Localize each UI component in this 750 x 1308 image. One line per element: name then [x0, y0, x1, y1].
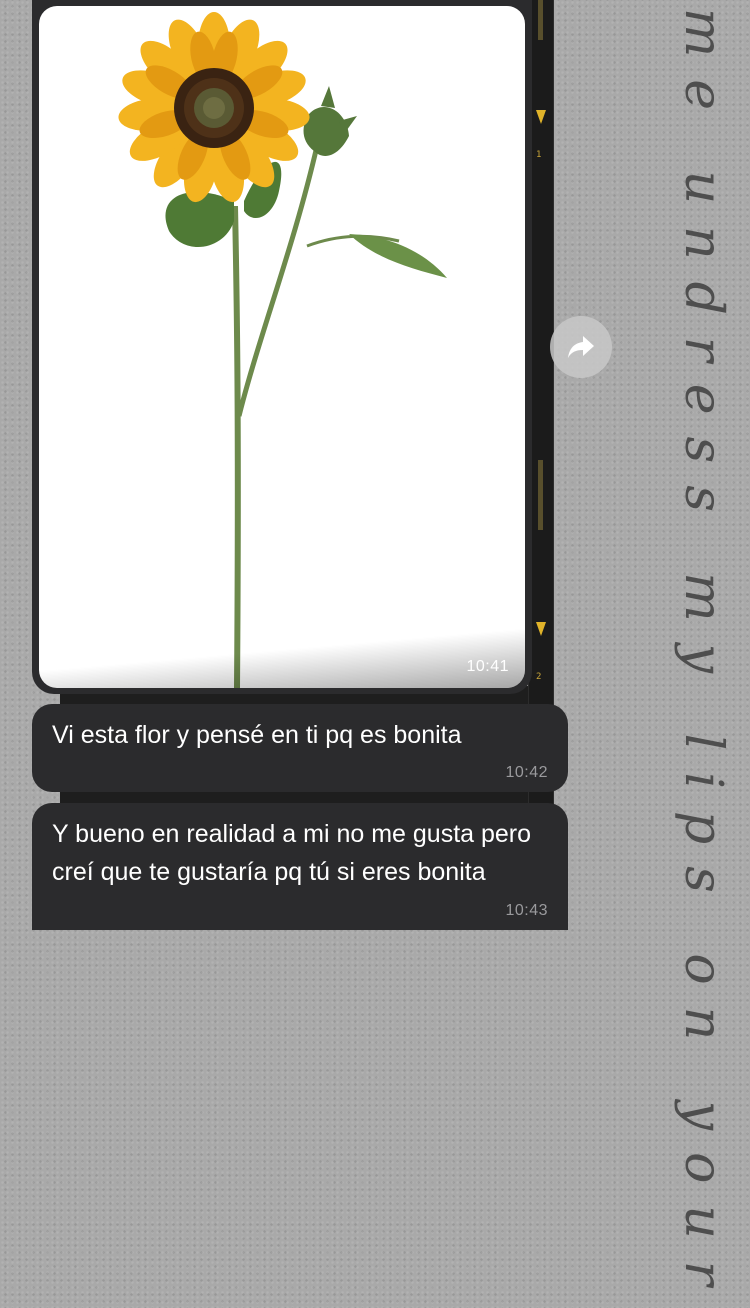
image-message-bubble[interactable]: 10:41: [32, 0, 532, 694]
sunflower-image: [118, 12, 447, 688]
message-timestamp: 10:41: [466, 658, 509, 675]
film-edge-code: [538, 0, 543, 40]
wallpaper-script-text: me undress my lips on your: [673, 8, 733, 1308]
message-text: Y bueno en realidad a mi no me gusta per…: [52, 820, 532, 886]
image-shadow-overlay: [39, 598, 525, 688]
message-bubble[interactable]: Y bueno en realidad a mi no me gusta per…: [32, 803, 568, 930]
film-marker-icon: [536, 110, 546, 124]
forward-arrow-icon: [568, 336, 594, 358]
message-text: Vi esta flor y pensé en ti pq es bonita: [52, 721, 462, 749]
message-timestamp: 10:43: [505, 902, 548, 919]
film-frame-number: 2: [536, 672, 542, 682]
film-edge-code: [538, 460, 543, 530]
message-timestamp: 10:42: [505, 764, 548, 781]
film-frame-number: 1: [536, 150, 542, 160]
film-marker-icon: [536, 622, 546, 636]
forward-button[interactable]: [550, 316, 612, 378]
sunflower-photo[interactable]: 10:41: [39, 6, 525, 688]
message-bubble[interactable]: Vi esta flor y pensé en ti pq es bonita …: [32, 704, 568, 792]
